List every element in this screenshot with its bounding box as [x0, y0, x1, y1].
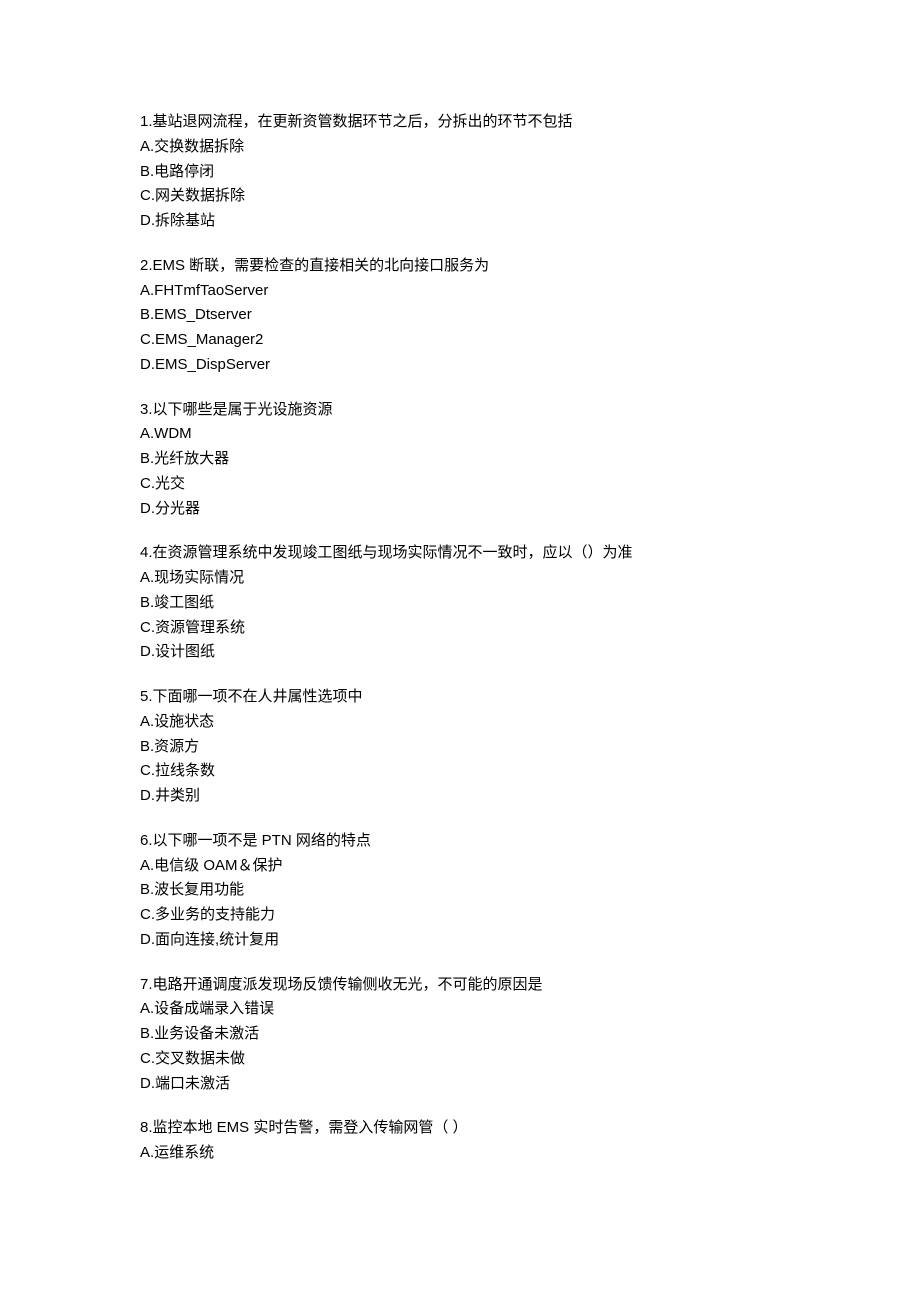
- question-block: 3.以下哪些是属于光设施资源 A.WDM B.光纤放大器 C.光交 D.分光器: [140, 398, 780, 522]
- question-block: 4.在资源管理系统中发现竣工图纸与现场实际情况不一致时，应以（）为准 A.现场实…: [140, 541, 780, 665]
- question-option: D.EMS_DispServer: [140, 353, 780, 378]
- question-option: C.EMS_Manager2: [140, 328, 780, 353]
- question-option: D.分光器: [140, 497, 780, 522]
- question-option: A.FHTmfTaoServer: [140, 279, 780, 304]
- question-text: 1.基站退网流程，在更新资管数据环节之后，分拆出的环节不包括: [140, 110, 780, 135]
- question-option: B.资源方: [140, 735, 780, 760]
- question-block: 8.监控本地 EMS 实时告警，需登入传输网管（ ） A.运维系统: [140, 1116, 780, 1166]
- question-text: 2.EMS 断联，需要检查的直接相关的北向接口服务为: [140, 254, 780, 279]
- question-option: B.业务设备未激活: [140, 1022, 780, 1047]
- question-option: B.电路停闭: [140, 160, 780, 185]
- question-option: D.端口未激活: [140, 1072, 780, 1097]
- question-option: D.设计图纸: [140, 640, 780, 665]
- question-text: 7.电路开通调度派发现场反馈传输侧收无光，不可能的原因是: [140, 973, 780, 998]
- question-block: 5.下面哪一项不在人井属性选项中 A.设施状态 B.资源方 C.拉线条数 D.井…: [140, 685, 780, 809]
- question-option: A.电信级 OAM＆保护: [140, 854, 780, 879]
- question-option: B.波长复用功能: [140, 878, 780, 903]
- question-text: 4.在资源管理系统中发现竣工图纸与现场实际情况不一致时，应以（）为准: [140, 541, 780, 566]
- question-option: A.交换数据拆除: [140, 135, 780, 160]
- question-option: B.EMS_Dtserver: [140, 303, 780, 328]
- question-option: C.资源管理系统: [140, 616, 780, 641]
- question-option: B.光纤放大器: [140, 447, 780, 472]
- question-option: A.设备成端录入错误: [140, 997, 780, 1022]
- question-option: C.交叉数据未做: [140, 1047, 780, 1072]
- question-text: 6.以下哪一项不是 PTN 网络的特点: [140, 829, 780, 854]
- question-option: D.面向连接,统计复用: [140, 928, 780, 953]
- question-option: C.网关数据拆除: [140, 184, 780, 209]
- question-option: D.井类别: [140, 784, 780, 809]
- question-option: A.设施状态: [140, 710, 780, 735]
- question-option: A.现场实际情况: [140, 566, 780, 591]
- question-option: D.拆除基站: [140, 209, 780, 234]
- question-option: A.WDM: [140, 422, 780, 447]
- question-option: C.拉线条数: [140, 759, 780, 784]
- question-text: 8.监控本地 EMS 实时告警，需登入传输网管（ ）: [140, 1116, 780, 1141]
- question-block: 1.基站退网流程，在更新资管数据环节之后，分拆出的环节不包括 A.交换数据拆除 …: [140, 110, 780, 234]
- question-option: A.运维系统: [140, 1141, 780, 1166]
- document-page: 1.基站退网流程，在更新资管数据环节之后，分拆出的环节不包括 A.交换数据拆除 …: [0, 0, 920, 1302]
- question-text: 5.下面哪一项不在人井属性选项中: [140, 685, 780, 710]
- question-option: C.光交: [140, 472, 780, 497]
- question-block: 6.以下哪一项不是 PTN 网络的特点 A.电信级 OAM＆保护 B.波长复用功…: [140, 829, 780, 953]
- question-text: 3.以下哪些是属于光设施资源: [140, 398, 780, 423]
- question-option: B.竣工图纸: [140, 591, 780, 616]
- question-block: 7.电路开通调度派发现场反馈传输侧收无光，不可能的原因是 A.设备成端录入错误 …: [140, 973, 780, 1097]
- question-option: C.多业务的支持能力: [140, 903, 780, 928]
- question-block: 2.EMS 断联，需要检查的直接相关的北向接口服务为 A.FHTmfTaoSer…: [140, 254, 780, 378]
